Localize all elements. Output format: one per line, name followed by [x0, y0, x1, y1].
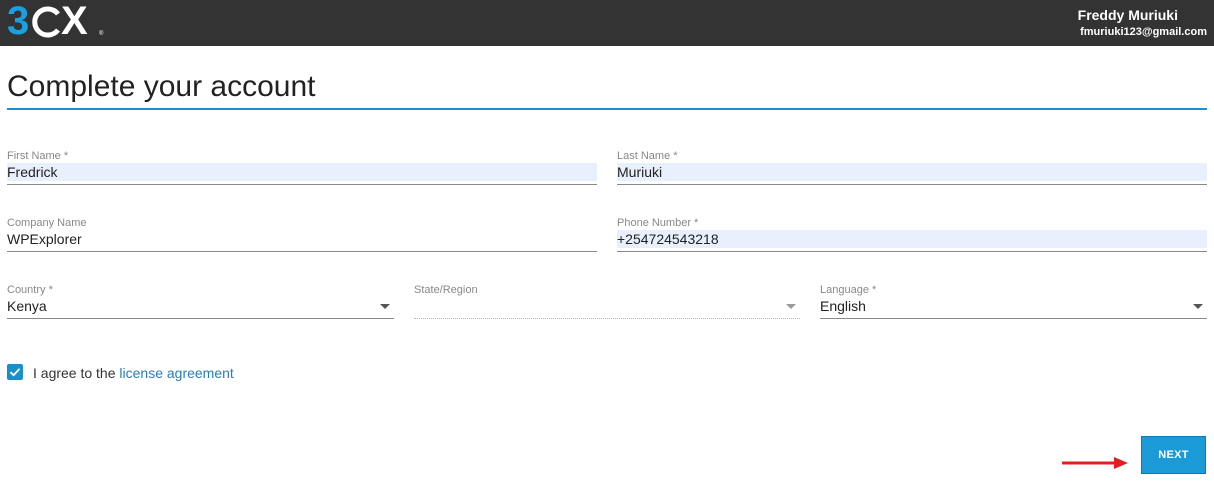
phone-number-input[interactable]: +254724543218 [617, 230, 1207, 248]
arrow-right-icon [1062, 457, 1128, 469]
logo-trademark: ® [99, 31, 104, 37]
chevron-down-icon[interactable] [786, 304, 796, 309]
license-agreement-link[interactable]: license agreement [119, 365, 233, 381]
top-bar: 3 X ® Freddy Muriuki fmuriuki123@gmail.c… [0, 0, 1214, 46]
country-label: Country * [7, 284, 53, 296]
next-button[interactable]: NEXT [1141, 436, 1206, 474]
logo-c-icon [32, 6, 60, 38]
company-name-label: Company Name [7, 217, 87, 229]
license-agreement-checkbox[interactable] [7, 364, 23, 380]
first-name-input[interactable]: Fredrick [7, 163, 597, 181]
last-name-input[interactable]: Muriuki [617, 163, 1207, 181]
agreement-prefix: I agree to the [33, 365, 120, 381]
last-name-label: Last Name * [617, 150, 678, 162]
title-divider [7, 108, 1207, 110]
user-email: fmuriuki123@gmail.com [1080, 26, 1207, 38]
country-value[interactable]: Kenya [7, 297, 394, 315]
agreement-text: I agree to the license agreement [33, 365, 234, 381]
first-name-label: First Name * [7, 150, 69, 162]
first-name-underline [7, 184, 597, 185]
language-label: Language * [820, 284, 877, 296]
last-name-underline [617, 184, 1207, 185]
logo-letter: X [61, 0, 88, 43]
chevron-down-icon[interactable] [1193, 304, 1203, 309]
company-name-input[interactable]: WPExplorer [7, 230, 597, 248]
state-region-label: State/Region [414, 284, 478, 296]
state-region-value[interactable] [414, 297, 800, 315]
language-underline [820, 318, 1207, 319]
logo-digit: 3 [7, 0, 29, 43]
user-name[interactable]: Freddy Muriuki [1078, 7, 1178, 23]
phone-number-underline [617, 251, 1207, 252]
country-underline [7, 318, 394, 319]
3cx-logo: 3 X ® [7, 0, 104, 43]
company-name-underline [7, 251, 597, 252]
state-region-underline [414, 318, 800, 319]
check-icon [9, 368, 21, 377]
language-value[interactable]: English [820, 297, 1207, 315]
chevron-down-icon[interactable] [380, 304, 390, 309]
phone-number-label: Phone Number * [617, 217, 699, 229]
page-title: Complete your account [7, 70, 316, 103]
